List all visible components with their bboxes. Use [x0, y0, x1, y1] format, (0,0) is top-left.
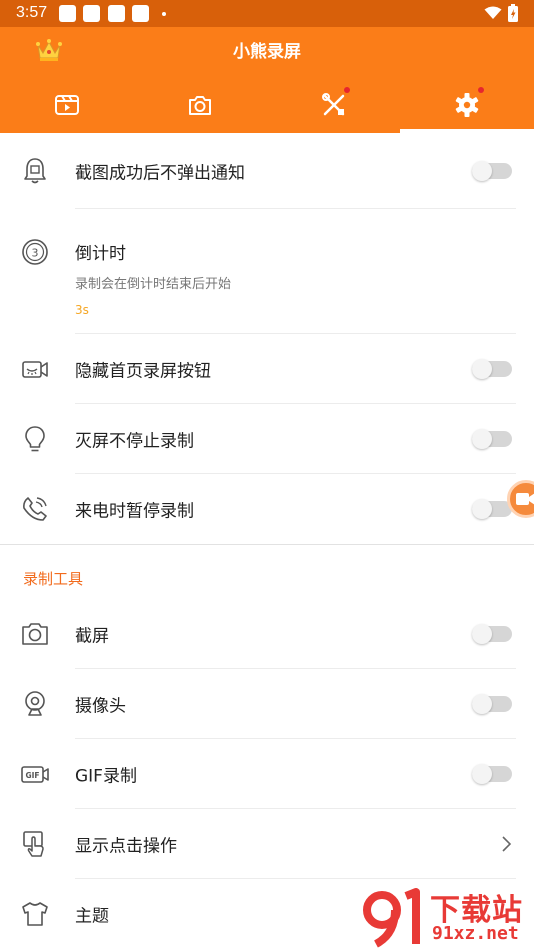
camera-icon — [22, 623, 48, 645]
setting-label: 显示点击操作 — [75, 836, 177, 857]
toggle-knob — [472, 429, 492, 449]
app-header: 小熊录屏 — [0, 27, 534, 133]
setting-countdown[interactable]: 3 倒计时 录制会在倒计时结束后开始 3s — [0, 209, 534, 334]
notification-icon — [132, 5, 149, 22]
countdown-timer-icon: 3 — [22, 239, 48, 265]
toggle-knob — [472, 359, 492, 379]
setting-label: 截图成功后不弹出通知 — [75, 163, 245, 184]
chevron-right-icon — [502, 836, 512, 852]
setting-label: 灭屏不停止录制 — [75, 431, 194, 452]
phone-call-icon — [23, 497, 47, 521]
status-time: 3:57 — [16, 4, 48, 21]
touch-gesture-icon — [23, 831, 44, 857]
setting-pause-on-call[interactable]: 来电时暂停录制 — [0, 474, 534, 544]
battery-icon — [508, 4, 518, 22]
tools-badge — [344, 87, 350, 93]
screenshot-tool-toggle[interactable] — [472, 624, 512, 644]
camera-icon — [188, 96, 211, 115]
screenshot-notify-toggle[interactable] — [472, 161, 512, 181]
notification-icon — [83, 5, 100, 22]
setting-label: 倒计时 — [75, 244, 126, 264]
tshirt-icon — [22, 902, 48, 926]
watermark-url: 91xz.net — [432, 923, 519, 944]
pause-on-call-toggle[interactable] — [472, 499, 512, 519]
setting-hide-home-button[interactable]: 隐藏首页录屏按钮 — [0, 334, 534, 404]
setting-label: 摄像头 — [75, 696, 126, 717]
status-bar: 3:57 — [0, 0, 534, 27]
setting-label: GIF录制 — [75, 766, 137, 787]
watermark: 下载站 91xz.net — [360, 885, 534, 950]
camera-tool-toggle[interactable] — [472, 694, 512, 714]
tab-videos[interactable] — [0, 81, 133, 129]
notification-icon — [108, 5, 125, 22]
setting-gif-tool[interactable]: GIF GIF录制 — [0, 739, 534, 809]
svg-text:GIF: GIF — [25, 771, 39, 780]
setting-label: 隐藏首页录屏按钮 — [75, 361, 211, 382]
app-title: 小熊录屏 — [233, 42, 301, 62]
lightbulb-icon — [25, 426, 45, 452]
tab-settings[interactable] — [400, 81, 533, 129]
toggle-knob — [472, 694, 492, 714]
hidden-camera-icon — [22, 361, 48, 378]
hide-home-button-toggle[interactable] — [472, 359, 512, 379]
notification-icon — [59, 5, 76, 22]
wifi-icon — [484, 6, 502, 19]
settings-badge — [478, 87, 484, 93]
tab-tools[interactable] — [267, 81, 400, 129]
setting-description: 录制会在倒计时结束后开始 — [75, 277, 232, 292]
tab-screenshots[interactable] — [133, 81, 266, 129]
toggle-knob — [472, 764, 492, 784]
countdown-value: 3s — [75, 303, 89, 317]
tools-icon — [321, 93, 344, 116]
setting-screen-off-record[interactable]: 灭屏不停止录制 — [0, 404, 534, 474]
setting-label: 来电时暂停录制 — [75, 501, 194, 522]
setting-screenshot-tool[interactable]: 截屏 — [0, 599, 534, 669]
toggle-knob — [472, 499, 492, 519]
webcam-icon — [25, 691, 45, 716]
section-header-record-tools: 录制工具 — [0, 545, 534, 599]
svg-text:3: 3 — [32, 247, 39, 260]
toggle-knob — [472, 624, 492, 644]
setting-show-touches[interactable]: 显示点击操作 — [0, 809, 534, 879]
gear-icon — [455, 93, 478, 117]
setting-camera-tool[interactable]: 摄像头 — [0, 669, 534, 739]
watermark-logo — [363, 888, 420, 948]
bell-icon — [24, 158, 46, 184]
section-title: 录制工具 — [23, 570, 84, 588]
setting-screenshot-notify[interactable]: 截图成功后不弹出通知 — [0, 133, 534, 209]
toggle-knob — [472, 161, 492, 181]
setting-label: 主题 — [75, 906, 109, 927]
more-notifications-icon — [162, 12, 166, 16]
gif-tool-toggle[interactable] — [472, 764, 512, 784]
setting-label: 截屏 — [75, 626, 109, 647]
video-camera-icon — [516, 493, 534, 505]
film-icon — [54, 95, 79, 115]
screen-off-record-toggle[interactable] — [472, 429, 512, 449]
settings-list: 截图成功后不弹出通知 3 倒计时 录制会在倒计时结束后开始 3s 隐藏首页录屏按… — [0, 133, 534, 949]
gif-icon: GIF — [21, 766, 49, 783]
